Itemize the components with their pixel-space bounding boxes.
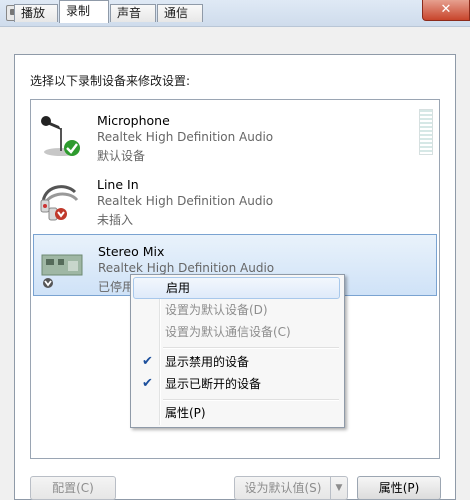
menu-separator — [163, 399, 339, 401]
microphone-icon — [41, 116, 80, 156]
device-status: 未插入 — [97, 213, 134, 227]
tab-playback[interactable]: 播放 — [14, 4, 58, 22]
gray-down-arrow-badge — [43, 278, 53, 288]
device-description: Realtek High Definition Audio — [97, 194, 274, 208]
button-label: 配置(C) — [52, 481, 94, 495]
close-button[interactable]: ✕ — [422, 0, 470, 21]
menu-item-label: 显示禁用的设备 — [165, 355, 250, 369]
device-name: Stereo Mix — [98, 244, 165, 259]
sound-card-icon — [41, 254, 83, 288]
device-item-microphone[interactable]: Microphone Realtek High Definition Audio… — [33, 104, 437, 166]
set-default-button[interactable]: 设为默认值(S) ▼ — [234, 476, 348, 500]
tab-label: 声音 — [117, 6, 142, 20]
checkmark-icon: ✔ — [142, 354, 153, 369]
tab-recording[interactable]: 录制 — [59, 0, 109, 23]
tab-communications[interactable]: 通信 — [157, 4, 203, 22]
checkmark-icon: ✔ — [142, 376, 153, 391]
menu-item-set-default-comm[interactable]: 设置为默认通信设备(C) — [133, 321, 340, 343]
context-menu: 启用 设置为默认设备(D) 设置为默认通信设备(C) ✔ 显示禁用的设备 ✔ 显… — [130, 274, 345, 428]
device-status: 默认设备 — [97, 149, 146, 163]
button-label: 设为默认值(S) — [244, 481, 322, 495]
dropdown-arrow-icon[interactable]: ▼ — [330, 477, 347, 499]
menu-item-properties[interactable]: 属性(P) — [133, 402, 340, 424]
device-description: Realtek High Definition Audio — [97, 130, 274, 144]
line-in-cable-icon — [40, 185, 79, 221]
menu-separator — [163, 347, 339, 349]
device-name: Microphone — [97, 113, 170, 128]
device-name: Line In — [97, 177, 139, 192]
menu-item-label: 启用 — [166, 281, 191, 295]
configure-button[interactable]: 配置(C) — [30, 476, 116, 500]
menu-item-show-disconnected[interactable]: ✔ 显示已断开的设备 — [133, 373, 340, 395]
device-item-line-in[interactable]: Line In Realtek High Definition Audio 未插… — [33, 168, 437, 230]
tab-label: 录制 — [66, 4, 91, 18]
device-description: Realtek High Definition Audio — [98, 261, 275, 275]
tab-label: 播放 — [21, 6, 46, 20]
instruction-text: 选择以下录制设备来修改设置: — [30, 74, 191, 88]
menu-item-label: 显示已断开的设备 — [165, 377, 262, 391]
menu-item-enable[interactable]: 启用 — [133, 277, 340, 299]
button-label: 属性(P) — [378, 481, 420, 495]
red-down-arrow-badge — [55, 208, 67, 220]
menu-item-label: 属性(P) — [165, 406, 206, 420]
properties-button[interactable]: 属性(P) — [357, 476, 441, 500]
menu-item-label: 设置为默认设备(D) — [165, 303, 268, 317]
tab-label: 通信 — [164, 6, 189, 20]
level-meter — [419, 109, 433, 155]
close-icon: ✕ — [440, 2, 452, 17]
green-check-badge — [64, 140, 80, 156]
menu-item-show-disabled[interactable]: ✔ 显示禁用的设备 — [133, 351, 340, 373]
device-status: 已停用 — [98, 280, 135, 294]
tab-sounds[interactable]: 声音 — [110, 4, 156, 22]
menu-item-label: 设置为默认通信设备(C) — [165, 325, 291, 339]
menu-item-set-default[interactable]: 设置为默认设备(D) — [133, 299, 340, 321]
